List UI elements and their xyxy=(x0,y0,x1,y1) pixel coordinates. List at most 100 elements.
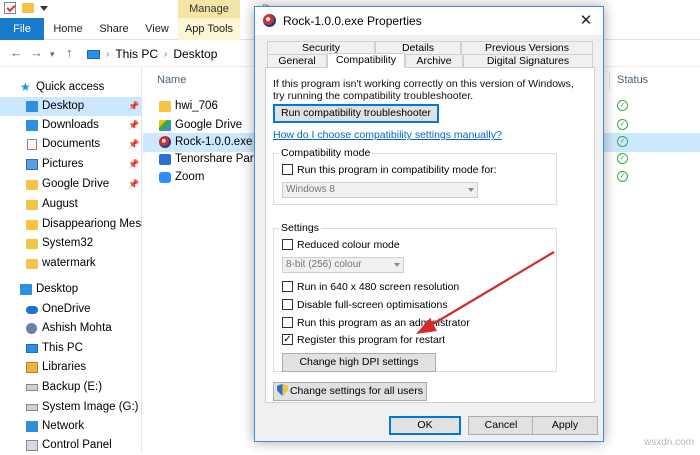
nav-control-panel[interactable]: Control Panel xyxy=(0,436,142,455)
nav-onedrive[interactable]: OneDrive xyxy=(0,300,142,319)
colour-depth-select[interactable]: 8-bit (256) colour xyxy=(282,257,404,273)
onedrive-icon xyxy=(26,306,38,314)
pin-icon: 📌 xyxy=(128,159,140,169)
compatibility-mode-group: Compatibility mode Run this program in c… xyxy=(273,147,557,205)
breadcrumb-this-pc[interactable]: This PC xyxy=(115,47,158,61)
close-icon[interactable]: ✕ xyxy=(573,10,599,32)
tab-home[interactable]: Home xyxy=(50,18,86,40)
reduced-colour-row[interactable]: Reduced colour mode xyxy=(282,239,542,253)
compat-mode-checkbox[interactable] xyxy=(282,164,293,175)
breadcrumb-desktop[interactable]: Desktop xyxy=(173,47,217,61)
nav-backup-drive[interactable]: Backup (E:) xyxy=(0,378,142,397)
run-troubleshooter-button[interactable]: Run compatibility troubleshooter xyxy=(273,104,439,123)
column-header-name[interactable]: Name xyxy=(157,74,186,86)
tab-app-tools[interactable]: App Tools xyxy=(178,18,240,40)
compat-mode-checkbox-row[interactable]: Run this program in compatibility mode f… xyxy=(282,164,552,178)
ok-button[interactable]: OK xyxy=(389,416,461,435)
nav-system32[interactable]: System32 xyxy=(0,234,142,253)
up-arrow-icon[interactable]: ↑ xyxy=(66,45,73,60)
folder-icon xyxy=(26,239,38,249)
nav-network[interactable]: Network xyxy=(0,417,142,436)
tab-archive[interactable]: Archive xyxy=(405,54,463,68)
register-restart-row[interactable]: ✓ Register this program for restart xyxy=(282,334,542,348)
register-restart-checkbox[interactable]: ✓ xyxy=(282,334,293,345)
back-arrow-icon[interactable]: ← xyxy=(10,45,23,60)
nav-disappearing-messages[interactable]: Disappeariong Messages xyxy=(0,215,142,234)
nav-pictures[interactable]: Pictures 📌 xyxy=(0,155,142,174)
chevron-right-icon: › xyxy=(164,48,168,60)
forward-arrow-icon[interactable]: → xyxy=(30,45,43,60)
tab-file[interactable]: File xyxy=(0,18,44,40)
nav-system-image-drive[interactable]: System Image (G:) xyxy=(0,398,142,417)
nav-label: System32 xyxy=(42,237,94,249)
res-640-checkbox[interactable] xyxy=(282,281,293,292)
tab-share[interactable]: Share xyxy=(96,18,132,40)
tab-general[interactable]: General xyxy=(267,54,327,68)
chevron-right-icon: › xyxy=(106,48,110,60)
properties-dialog: Rock-1.0.0.exe Properties ✕ Security Det… xyxy=(254,6,604,442)
nav-quick-access[interactable]: ★ Quick access xyxy=(0,78,142,97)
nav-desktop-pinned[interactable]: Desktop 📌 xyxy=(0,97,142,116)
change-all-users-label: Change settings for all users xyxy=(289,385,424,397)
compat-mode-label: Run this program in compatibility mode f… xyxy=(297,164,497,176)
nav-label: OneDrive xyxy=(42,303,91,315)
folder-icon xyxy=(159,101,171,112)
nav-watermark[interactable]: watermark xyxy=(0,254,142,273)
tab-compatibility[interactable]: Compatibility xyxy=(327,53,405,68)
reduced-colour-checkbox[interactable] xyxy=(282,239,293,250)
register-restart-label: Register this program for restart xyxy=(297,334,446,346)
help-link[interactable]: How do I choose compatibility settings m… xyxy=(273,129,502,141)
compat-mode-select-value: Windows 8 xyxy=(286,184,335,195)
context-tab-group-manage: Manage xyxy=(178,0,240,18)
disable-fullscreen-row[interactable]: Disable full-screen optimisations xyxy=(282,299,542,313)
nav-august[interactable]: August xyxy=(0,195,142,214)
recent-locations-chevron-icon[interactable]: ▾ xyxy=(50,49,55,60)
folder-icon xyxy=(26,220,38,230)
apply-button[interactable]: Apply xyxy=(532,416,598,435)
tab-digital-signatures[interactable]: Digital Signatures xyxy=(463,54,593,68)
nav-desktop[interactable]: Desktop xyxy=(0,280,142,299)
folder-icon xyxy=(26,259,38,269)
star-icon: ★ xyxy=(20,80,31,94)
customize-toolbar-icon[interactable] xyxy=(40,5,48,11)
documents-icon xyxy=(27,139,37,150)
folder-icon xyxy=(26,180,38,190)
nav-downloads[interactable]: Downloads 📌 xyxy=(0,116,142,135)
run-admin-checkbox[interactable] xyxy=(282,317,293,328)
compat-mode-select[interactable]: Windows 8 xyxy=(282,182,478,198)
column-header-status[interactable]: Status xyxy=(617,74,648,86)
nav-label: Disappeariong Messages xyxy=(42,218,142,230)
pictures-icon xyxy=(26,159,38,170)
nav-label: August xyxy=(42,198,78,210)
nav-this-pc[interactable]: This PC xyxy=(0,339,142,358)
dialog-title: Rock-1.0.0.exe Properties xyxy=(283,14,422,28)
run-admin-row[interactable]: Run this program as an administrator xyxy=(282,317,542,331)
disable-fullscreen-checkbox[interactable] xyxy=(282,299,293,310)
watermark-text: wsxdn.com xyxy=(644,437,695,448)
nav-label: Libraries xyxy=(42,361,87,373)
nav-ashish-mohta[interactable]: Ashish Mohta xyxy=(0,319,142,338)
folder-icon xyxy=(26,200,38,210)
res-640-row[interactable]: Run in 640 x 480 screen resolution xyxy=(282,281,542,295)
change-all-users-button[interactable]: Change settings for all users xyxy=(273,382,427,401)
tab-previous-versions[interactable]: Previous Versions xyxy=(461,41,593,55)
dialog-footer: OK Cancel Apply xyxy=(255,409,603,441)
nav-documents[interactable]: Documents 📌 xyxy=(0,135,142,154)
sync-status-icon: ✓ xyxy=(617,136,628,147)
tab-view[interactable]: View xyxy=(142,18,172,40)
column-divider[interactable] xyxy=(609,72,610,90)
nav-libraries[interactable]: Libraries xyxy=(0,358,142,377)
pin-icon: 📌 xyxy=(128,120,140,130)
cancel-button[interactable]: Cancel xyxy=(468,416,534,435)
nav-google-drive[interactable]: Google Drive 📌 xyxy=(0,175,142,194)
new-folder-icon[interactable] xyxy=(22,3,34,13)
quick-access-toolbar xyxy=(4,2,48,14)
change-dpi-button[interactable]: Change high DPI settings xyxy=(282,353,436,372)
libraries-icon xyxy=(26,362,38,373)
control-panel-icon xyxy=(26,440,38,451)
downloads-icon xyxy=(26,120,38,131)
dialog-titlebar[interactable]: Rock-1.0.0.exe Properties ✕ xyxy=(255,7,603,35)
pin-icon: 📌 xyxy=(128,179,140,189)
properties-icon[interactable] xyxy=(4,2,16,14)
nav-label: Documents xyxy=(42,138,101,150)
